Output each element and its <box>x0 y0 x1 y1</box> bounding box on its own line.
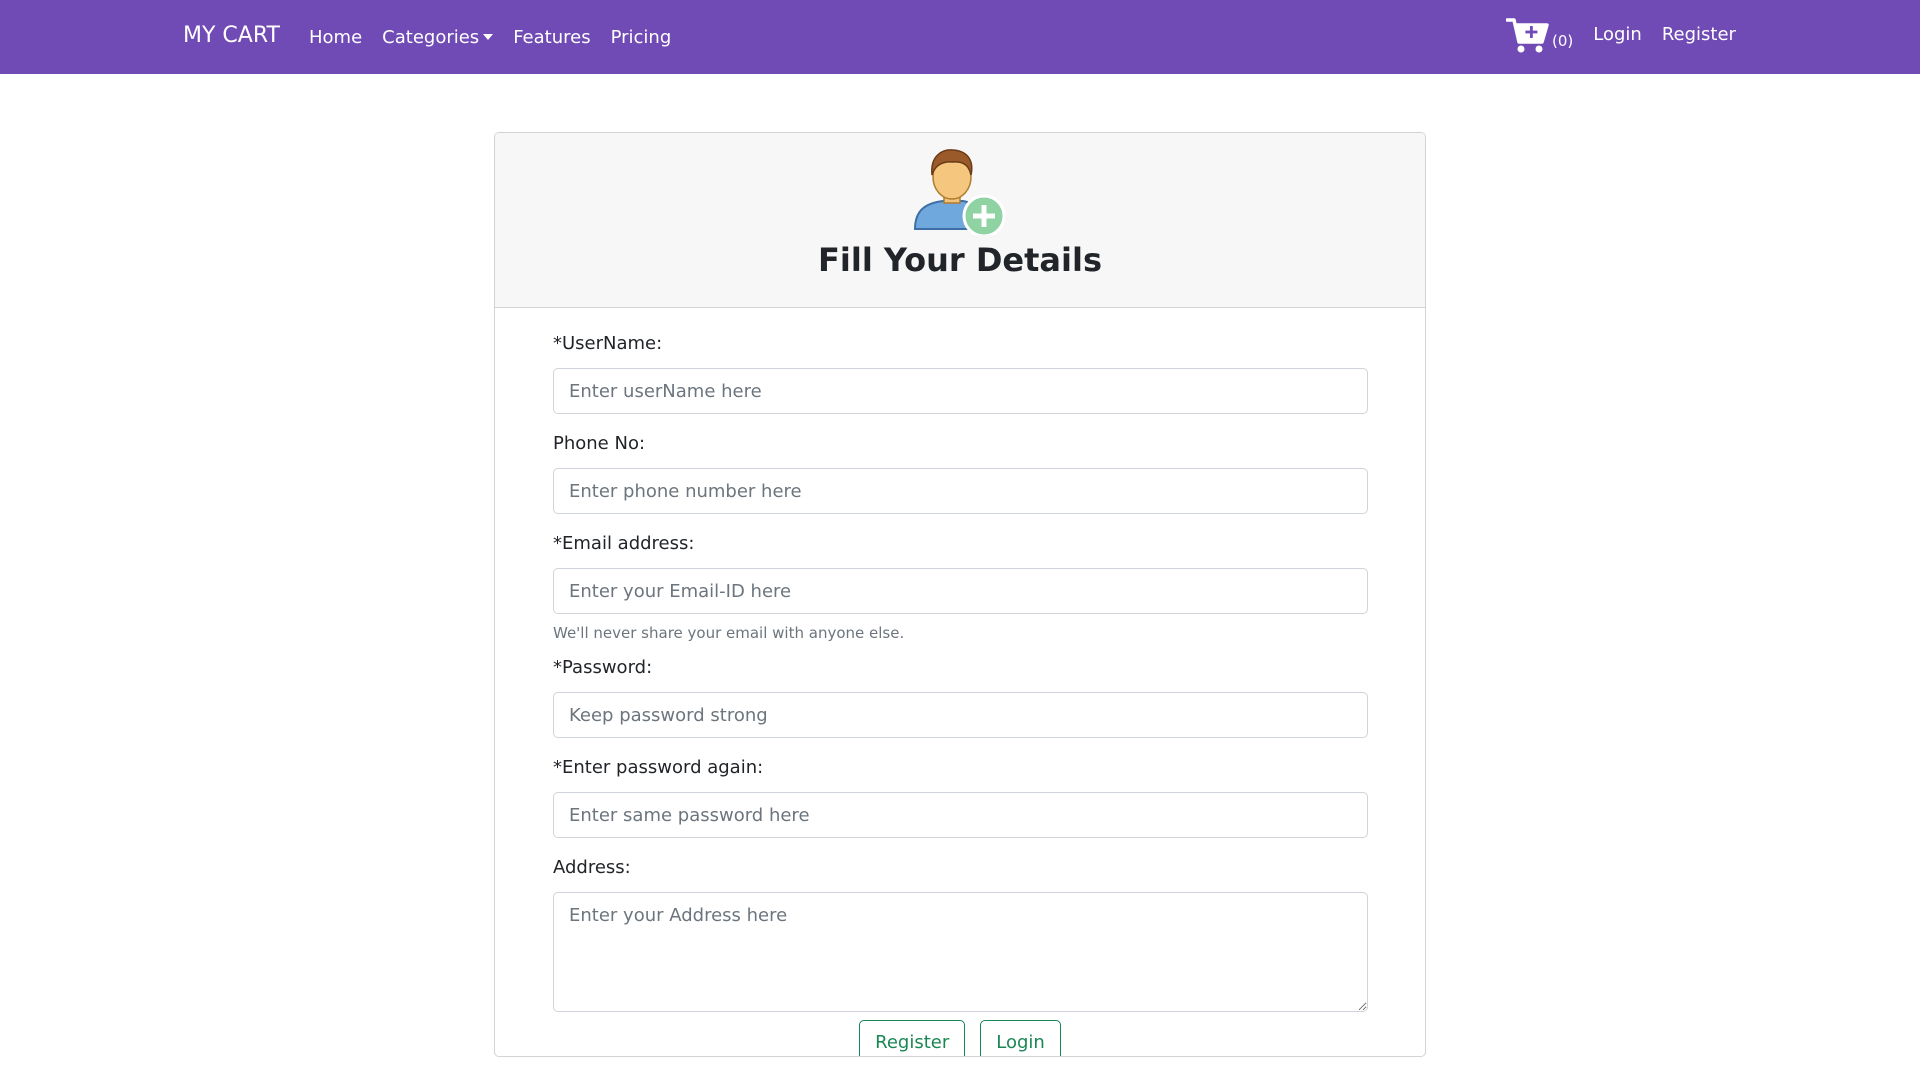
email-help-text: We'll never share your email with anyone… <box>553 624 905 642</box>
register-card: Fill Your Details *UserName: Phone No: *… <box>494 132 1426 1057</box>
username-input[interactable] <box>553 368 1368 414</box>
address-label: Address: <box>553 857 631 878</box>
nav-features-link[interactable]: Features <box>513 27 590 48</box>
email-label: *Email address: <box>553 533 695 554</box>
nav-home-link[interactable]: Home <box>309 27 362 48</box>
card-header: Fill Your Details <box>495 133 1425 308</box>
phone-input[interactable] <box>553 468 1368 514</box>
nav-categories-label: Categories <box>382 27 480 48</box>
register-button[interactable]: Register <box>859 1020 966 1056</box>
caret-down-icon <box>483 34 494 40</box>
nav-categories-dropdown[interactable]: Categories <box>382 27 494 48</box>
page-title: Fill Your Details <box>818 241 1102 279</box>
add-user-icon <box>913 149 1005 235</box>
address-textarea[interactable] <box>553 892 1368 1012</box>
login-button[interactable]: Login <box>980 1020 1061 1056</box>
username-label: *UserName: <box>553 333 663 354</box>
nav-login-link[interactable]: Login <box>1593 24 1642 45</box>
nav-links: Home Categories Features Pricing <box>309 27 691 48</box>
brand-logo[interactable]: MY CART <box>183 23 280 48</box>
confirm-password-label: *Enter password again: <box>553 757 764 778</box>
cart-count: (0) <box>1552 32 1574 50</box>
navbar: MY CART Home Categories Features Pricing… <box>0 0 1920 74</box>
phone-label: Phone No: <box>553 433 646 454</box>
form-actions: Register Login <box>553 1020 1367 1056</box>
email-input[interactable] <box>553 568 1368 614</box>
password-input[interactable] <box>553 692 1368 738</box>
nav-register-link[interactable]: Register <box>1662 24 1736 45</box>
confirm-password-input[interactable] <box>553 792 1368 838</box>
cart-plus-icon[interactable] <box>1506 16 1550 54</box>
nav-pricing-link[interactable]: Pricing <box>611 27 672 48</box>
password-label: *Password: <box>553 657 653 678</box>
registration-form: *UserName: Phone No: *Email address: We'… <box>495 308 1425 1056</box>
nav-right: (0) Login Register <box>1506 16 1736 54</box>
